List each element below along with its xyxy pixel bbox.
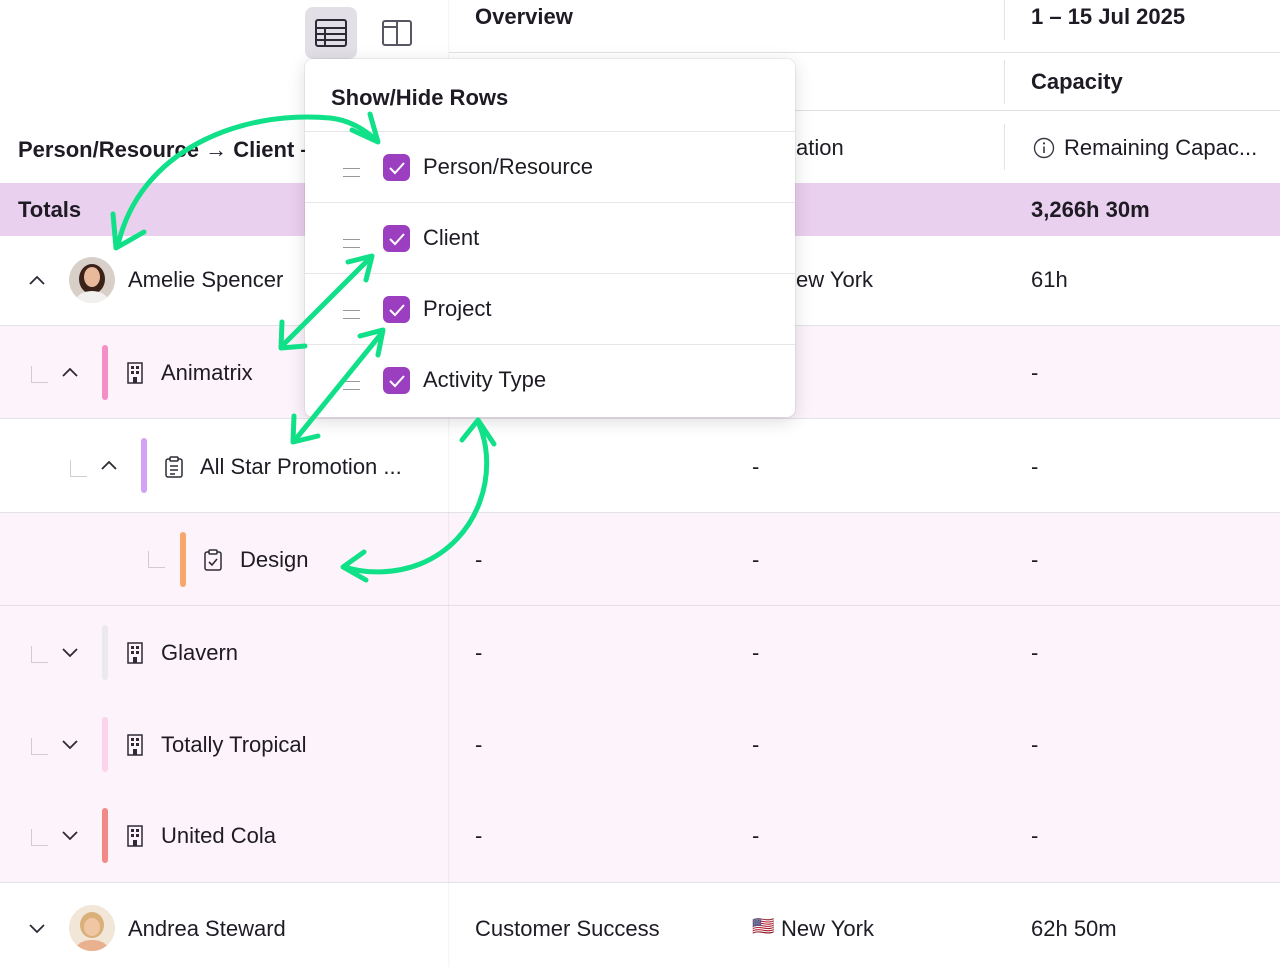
- menu-item-activity-type[interactable]: Activity Type: [305, 344, 795, 416]
- avatar: [69, 257, 115, 303]
- menu-item-person-resource[interactable]: Person/Resource: [305, 131, 795, 203]
- location-cell: -: [752, 640, 760, 665]
- drag-handle-icon[interactable]: [343, 310, 360, 319]
- capacity-cell: -: [1031, 360, 1039, 385]
- check-icon: [388, 232, 405, 245]
- checkbox[interactable]: [383, 154, 410, 181]
- capacity-cell: -: [1031, 454, 1039, 479]
- tree-connector: [31, 646, 48, 663]
- activity-color-bar: [180, 532, 186, 587]
- location-cell: ew York: [796, 267, 874, 292]
- building-icon: [127, 825, 143, 847]
- date-range-header[interactable]: 1 – 15 Jul 2025: [1031, 4, 1185, 30]
- activity-name[interactable]: Design: [240, 547, 308, 573]
- check-icon: [388, 303, 405, 316]
- client-name[interactable]: Animatrix: [161, 360, 253, 386]
- location-header[interactable]: ation: [796, 135, 844, 161]
- chevron-down-icon[interactable]: [60, 734, 80, 754]
- table-view-button[interactable]: [305, 7, 357, 59]
- menu-item-label: Client: [423, 225, 480, 250]
- team-cell: -: [475, 640, 483, 665]
- location-cell: -: [752, 547, 760, 572]
- capacity-cell: -: [1031, 547, 1039, 572]
- tree-connector: [31, 738, 48, 755]
- overview-header: Overview: [475, 4, 573, 29]
- chevron-down-icon[interactable]: [60, 825, 80, 845]
- client-name[interactable]: Glavern: [161, 640, 238, 666]
- menu-title: Show/Hide Rows: [331, 85, 509, 110]
- split-view-button[interactable]: [371, 7, 423, 59]
- check-icon: [388, 374, 405, 387]
- team-cell: -: [475, 732, 483, 757]
- chevron-down-icon[interactable]: [60, 642, 80, 662]
- client-name[interactable]: Totally Tropical: [161, 732, 307, 758]
- totals-label: Totals: [18, 197, 82, 222]
- clipboard-list-icon: [165, 456, 183, 478]
- drag-handle-icon[interactable]: [343, 239, 360, 248]
- team-cell: -: [475, 823, 483, 848]
- building-icon: [127, 362, 143, 384]
- avatar: [69, 905, 115, 951]
- person-name[interactable]: Amelie Spencer: [128, 267, 283, 293]
- menu-item-label: Activity Type: [423, 367, 547, 392]
- clipboard-check-icon: [204, 549, 222, 571]
- project-name[interactable]: All Star Promotion ...: [200, 454, 402, 480]
- capacity-cell: -: [1031, 823, 1039, 848]
- client-color-bar: [102, 808, 108, 863]
- capacity-cell: -: [1031, 732, 1039, 757]
- client-color-bar: [102, 717, 108, 772]
- flag-icon: 🇺🇸: [752, 916, 775, 936]
- person-name[interactable]: Andrea Steward: [128, 916, 286, 942]
- checkbox[interactable]: [383, 225, 410, 252]
- location-cell: -: [752, 732, 760, 757]
- split-view-icon: [382, 20, 412, 46]
- chevron-up-icon[interactable]: [99, 455, 119, 475]
- activity-row[interactable]: [0, 513, 1280, 605]
- tree-connector: [148, 551, 165, 568]
- checkbox[interactable]: [383, 296, 410, 323]
- tree-connector: [31, 366, 48, 383]
- location-cell: -: [752, 454, 760, 479]
- menu-item-project[interactable]: Project: [305, 273, 795, 345]
- menu-item-label: Project: [423, 296, 492, 321]
- client-color-bar: [102, 345, 108, 400]
- project-row[interactable]: [0, 419, 1280, 512]
- capacity-cell: 61h: [1031, 267, 1068, 292]
- capacity-cell: -: [1031, 640, 1039, 665]
- menu-item-client[interactable]: Client: [305, 202, 795, 274]
- capacity-cell: 62h 50m: [1031, 916, 1117, 941]
- info-icon[interactable]: [1033, 137, 1055, 159]
- table-icon: [315, 19, 347, 47]
- location-cell: -: [752, 823, 760, 848]
- tree-connector: [31, 829, 48, 846]
- totals-capacity: 3,266h 30m: [1031, 197, 1150, 222]
- team-cell: -: [475, 547, 483, 572]
- chevron-up-icon[interactable]: [60, 362, 80, 382]
- drag-handle-icon[interactable]: [343, 168, 360, 177]
- client-name[interactable]: United Cola: [161, 823, 276, 849]
- show-hide-rows-menu: Show/Hide Rows Person/Resource Client Pr…: [305, 59, 795, 417]
- check-icon: [388, 161, 405, 174]
- building-icon: [127, 642, 143, 664]
- tree-connector: [70, 460, 87, 477]
- chevron-down-icon[interactable]: [27, 918, 47, 938]
- project-color-bar: [141, 438, 147, 493]
- checkbox[interactable]: [383, 367, 410, 394]
- drag-handle-icon[interactable]: [343, 381, 360, 390]
- capacity-header: Capacity: [1031, 69, 1123, 94]
- building-icon: [127, 734, 143, 756]
- group-by-header[interactable]: Person/Resource → Client –: [18, 137, 313, 163]
- client-color-bar: [102, 625, 108, 680]
- location-cell: New York: [781, 916, 874, 941]
- remaining-capacity-header[interactable]: Remaining Capac...: [1064, 135, 1257, 161]
- menu-item-label: Person/Resource: [423, 154, 593, 179]
- chevron-up-icon[interactable]: [27, 270, 47, 290]
- team-cell: Customer Success: [475, 916, 660, 941]
